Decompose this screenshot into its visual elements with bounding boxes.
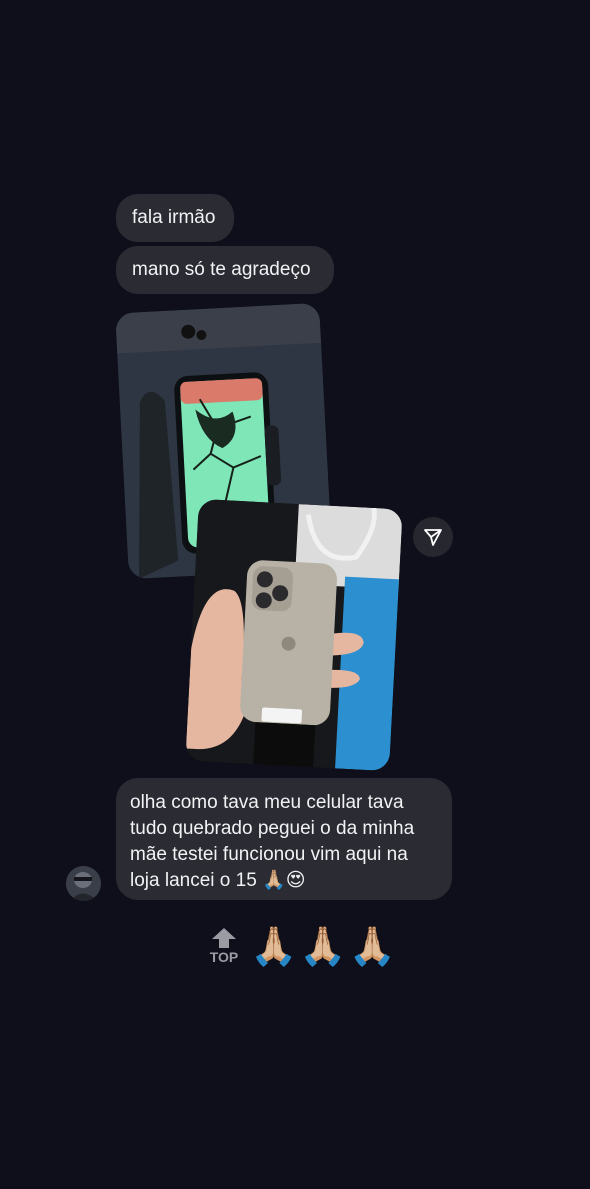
- avatar[interactable]: [66, 866, 101, 901]
- message-text: mano só te agradeço: [132, 259, 311, 280]
- reaction-row: TOP 🙏🏼 🙏🏼 🙏🏼: [206, 920, 398, 972]
- praying-hands-emoji: 🙏🏼: [250, 924, 298, 968]
- share-button[interactable]: [413, 517, 453, 557]
- message-text: fala irmão: [132, 207, 216, 228]
- paper-plane-icon: [424, 529, 442, 546]
- message-bubble-1[interactable]: fala irmão: [116, 194, 234, 242]
- new-iphone-15-photo[interactable]: [185, 498, 403, 772]
- user-avatar-image: [66, 866, 101, 901]
- iphone-illustration: [185, 498, 403, 772]
- message-bubble-2[interactable]: mano só te agradeço: [116, 246, 334, 294]
- praying-hands-emoji: 🙏🏼: [348, 924, 396, 968]
- praying-hands-emoji: 🙏🏼: [299, 924, 347, 968]
- top-badge: TOP: [206, 927, 242, 965]
- chat-screen: fala irmão mano só te agradeço olha como…: [0, 0, 590, 1189]
- top-label: TOP: [209, 949, 239, 965]
- message-text: olha como tava meu celular tava tudo que…: [130, 792, 415, 891]
- message-bubble-3[interactable]: olha como tava meu celular tava tudo que…: [116, 778, 452, 900]
- up-arrow-icon: [212, 928, 236, 948]
